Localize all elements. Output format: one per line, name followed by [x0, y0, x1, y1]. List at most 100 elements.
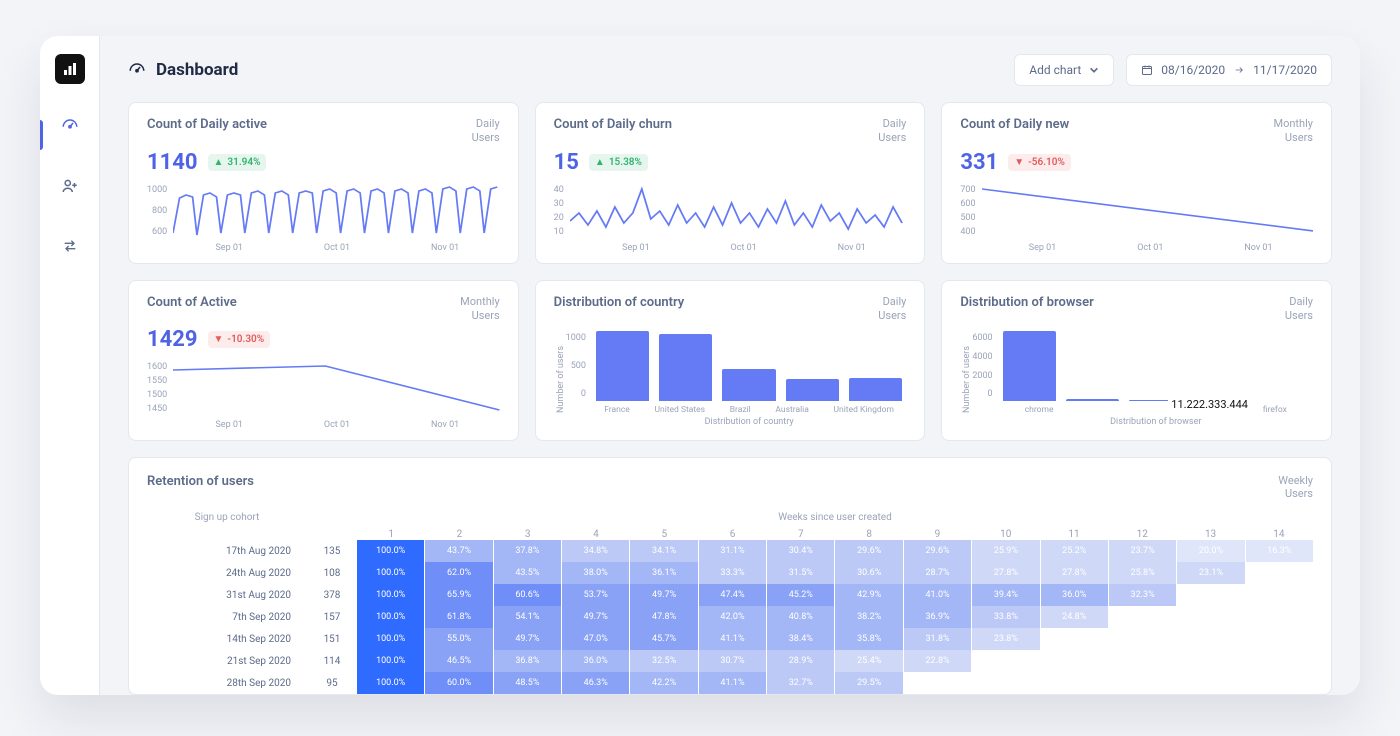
retention-cell: 24.8%	[1041, 606, 1108, 628]
retention-cell: 36.0%	[562, 650, 629, 672]
retention-cell: 45.2%	[767, 584, 834, 606]
week-col-header: 10	[972, 529, 1040, 540]
retention-cell: 49.7%	[494, 628, 561, 650]
gauge-icon	[61, 117, 79, 135]
sidebar-item-analytics[interactable]	[55, 54, 85, 84]
retention-cell: 48.5%	[494, 672, 561, 694]
retention-row: 7th Sep 2020 157 100.0%61.8%54.1%49.7%47…	[147, 606, 1313, 628]
week-col-header: 11	[1040, 529, 1108, 540]
sidebar-item-transfers[interactable]	[52, 228, 88, 264]
main-content: Dashboard Add chart 08/16/2020 11/17/202…	[100, 36, 1360, 695]
bar	[659, 334, 712, 401]
retention-cell: 60.6%	[494, 584, 561, 606]
retention-cell: 38.4%	[767, 628, 834, 650]
cohort-date: 24th Aug 2020	[147, 568, 307, 579]
bar-chart	[999, 331, 1313, 401]
retention-cell: 30.7%	[699, 650, 766, 672]
transfer-icon	[62, 238, 78, 254]
week-col-header: 3	[494, 529, 562, 540]
x-axis: Sep 01Oct 01Nov 01	[554, 243, 907, 253]
retention-cell: 36.9%	[904, 606, 971, 628]
x-axis: Sep 01Oct 01Nov 01	[147, 420, 500, 430]
metric-card: Count of Daily churn DailyUsers 15 ▲15.3…	[535, 102, 926, 264]
add-chart-button[interactable]: Add chart	[1014, 54, 1114, 86]
retention-cell: 27.8%	[972, 562, 1039, 584]
user-plus-icon	[61, 177, 79, 195]
y-axis: 1000800600	[147, 183, 173, 239]
retention-cell: 100.0%	[357, 584, 424, 606]
retention-cell: 100.0%	[357, 562, 424, 584]
retention-header-row: Sign up cohort Weeks since user created	[147, 512, 1313, 523]
metric-title: Count of Active	[147, 295, 237, 310]
retention-cell: 43.7%	[425, 540, 492, 562]
retention-cell: 42.2%	[630, 672, 697, 694]
retention-cell: 29.6%	[904, 540, 971, 562]
retention-cell: 38.2%	[835, 606, 902, 628]
page-title-wrap: Dashboard	[128, 60, 238, 80]
week-col-header: 8	[835, 529, 903, 540]
retention-cell: 55.0%	[425, 628, 492, 650]
app-shell: Dashboard Add chart 08/16/2020 11/17/202…	[40, 36, 1360, 695]
retention-cell: 35.8%	[835, 628, 902, 650]
y-axis-label: Number of users	[960, 346, 972, 413]
arrow-up-icon: ▲	[595, 157, 605, 168]
metric-card: Distribution of browser DailyUsers Numbe…	[941, 280, 1332, 442]
cohort-date: 7th Sep 2020	[147, 612, 307, 623]
retention-cell: 100.0%	[357, 650, 424, 672]
gauge-icon	[128, 61, 146, 79]
sidebar-item-users[interactable]	[52, 168, 88, 204]
retention-cell: 100.0%	[357, 628, 424, 650]
retention-period: Weekly Users	[1278, 474, 1313, 500]
week-col-header: 1	[357, 529, 425, 540]
retention-cell: 25.4%	[835, 650, 902, 672]
ip-overlay-text: 11.222.333.444	[1168, 397, 1251, 412]
retention-cell: 31.8%	[904, 628, 971, 650]
retention-cell: 30.4%	[767, 540, 834, 562]
retention-cell: 16.3%	[1246, 540, 1313, 562]
chevron-down-icon	[1089, 65, 1099, 75]
bar	[786, 379, 839, 401]
retention-cell: 65.9%	[425, 584, 492, 606]
y-axis: 1600155015001450	[147, 360, 173, 416]
week-col-header: 14	[1245, 529, 1313, 540]
bar	[722, 369, 775, 401]
retention-row: 14th Sep 2020 151 100.0%55.0%49.7%47.0%4…	[147, 628, 1313, 650]
cohort-count: 135	[307, 546, 357, 557]
retention-cell: 30.6%	[835, 562, 902, 584]
retention-cell: 23.1%	[1177, 562, 1244, 584]
retention-cell: 33.8%	[972, 606, 1039, 628]
retention-left-header: Sign up cohort	[147, 512, 307, 523]
x-axis: Sep 01Oct 01Nov 01	[147, 243, 500, 253]
date-range-picker[interactable]: 08/16/2020 11/17/2020	[1126, 54, 1332, 86]
y-axis-label: Number of users	[554, 346, 566, 413]
line-chart	[173, 360, 499, 416]
retention-cell: 34.8%	[562, 540, 629, 562]
retention-row: 17th Aug 2020 135 100.0%43.7%37.8%34.8%3…	[147, 540, 1313, 562]
cohort-count: 95	[307, 678, 357, 689]
retention-cell: 46.3%	[562, 672, 629, 694]
y-axis: 6000400020000	[972, 331, 998, 401]
cohort-count: 114	[307, 656, 357, 667]
cohort-date: 21st Sep 2020	[147, 656, 307, 667]
retention-cell: 23.7%	[1109, 540, 1176, 562]
metric-period: DailyUsers	[878, 295, 906, 324]
retention-cell: 28.9%	[767, 650, 834, 672]
retention-cell: 43.5%	[494, 562, 561, 584]
metric-card: Count of Daily new MonthlyUsers 331 ▼-56…	[941, 102, 1332, 264]
week-col-header: 13	[1176, 529, 1244, 540]
x-axis-label: Distribution of country	[592, 417, 906, 427]
sidebar-item-dashboard[interactable]	[52, 108, 88, 144]
x-axis: chromefirefox	[999, 405, 1313, 415]
line-chart	[173, 183, 499, 239]
retention-row: 28th Sep 2020 95 100.0%60.0%48.5%46.3%42…	[147, 672, 1313, 694]
retention-cell: 20.0%	[1177, 540, 1244, 562]
retention-cell: 41.0%	[904, 584, 971, 606]
metric-card: Distribution of country DailyUsers Numbe…	[535, 280, 926, 442]
metric-period: MonthlyUsers	[460, 295, 500, 324]
cards-grid: Count of Daily active DailyUsers 1140 ▲3…	[128, 102, 1332, 441]
retention-title: Retention of users	[147, 474, 254, 500]
metric-card: Count of Active MonthlyUsers 1429 ▼-10.3…	[128, 280, 519, 442]
retention-cell: 42.9%	[835, 584, 902, 606]
arrow-right-icon	[1233, 65, 1245, 75]
retention-cell: 28.7%	[904, 562, 971, 584]
